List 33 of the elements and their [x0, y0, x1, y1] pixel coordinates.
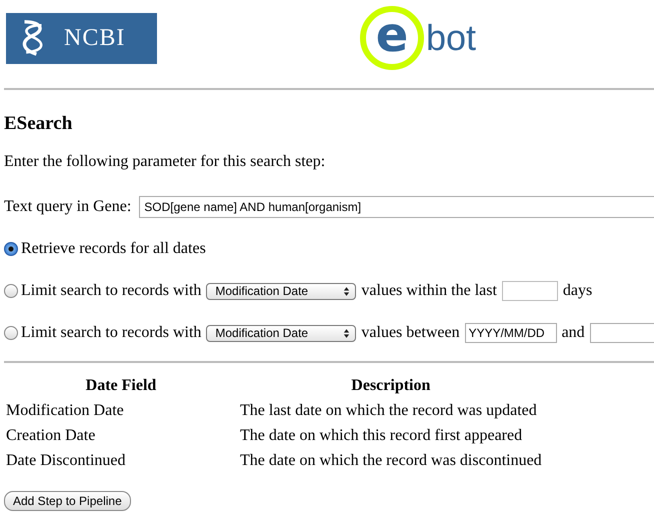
radio-button[interactable]: [4, 284, 18, 298]
radio-button[interactable]: [4, 242, 18, 256]
option-text: values within the last: [361, 282, 497, 300]
query-label: Text query in Gene:: [4, 198, 132, 216]
start-date-field[interactable]: YYYY/MM/DD: [464, 323, 557, 343]
option-label: Limit search to records with: [21, 324, 202, 342]
date-field-dropdown[interactable]: Modification Date: [206, 282, 356, 300]
table-cell-text: The date on which this record first appeared: [239, 426, 524, 446]
date-field-dropdown[interactable]: Modification Date: [206, 324, 356, 342]
section-title: ESearch: [4, 113, 74, 135]
option-label: Retrieve records for all dates: [21, 240, 206, 258]
ncbi-logo: NCBI: [6, 12, 157, 64]
end-date-field[interactable]: [590, 323, 654, 343]
table-cell-text: Modification Date: [5, 400, 125, 420]
stepper-icon: [343, 328, 350, 338]
query-field[interactable]: SOD[gene name] AND human[organism]: [139, 196, 654, 218]
ebot-mark: e: [360, 6, 424, 70]
add-step-button[interactable]: Add Step to Pipeline: [4, 491, 131, 511]
table-cell-text: The date on which the record was discontinued: [239, 450, 543, 470]
option-text: values between: [361, 324, 460, 342]
conjunction-text: and: [562, 324, 585, 342]
option-label: Limit search to records with: [21, 282, 202, 300]
column-header: Description: [350, 376, 432, 396]
table-cell-text: The last date on which the record was updated: [239, 400, 538, 420]
table-cell-text: Date Discontinued: [5, 450, 127, 470]
days-field[interactable]: [502, 281, 558, 301]
table-cell-text: Creation Date: [5, 426, 96, 446]
radio-button[interactable]: [4, 326, 18, 340]
column-header: Date Field: [84, 376, 158, 396]
stepper-icon: [343, 286, 350, 296]
instruction-text: Enter the following parameter for this search step:: [4, 153, 326, 172]
ebot-wordmark: bot: [426, 17, 476, 59]
unit-label: days: [562, 282, 592, 300]
